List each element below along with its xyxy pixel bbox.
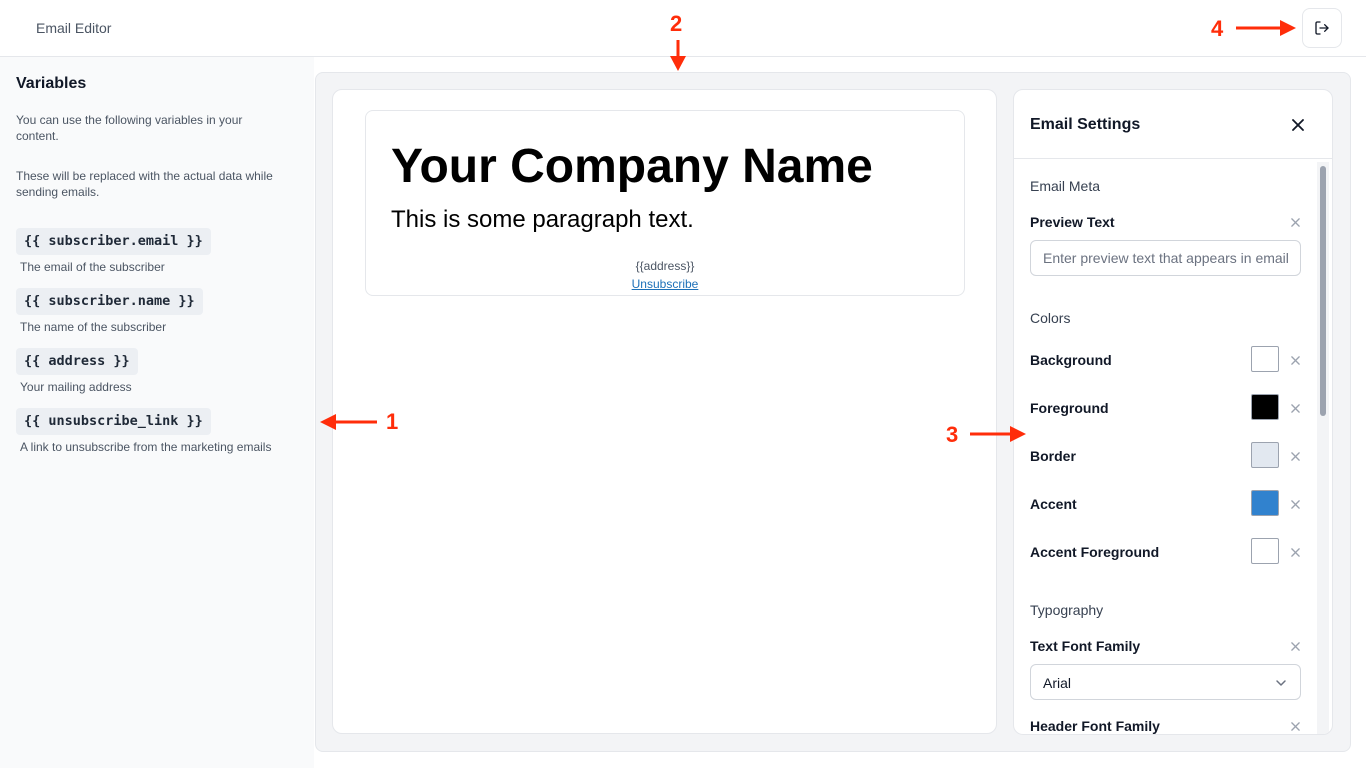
close-icon — [1290, 721, 1300, 731]
close-icon — [1290, 451, 1300, 461]
unsubscribe-link[interactable]: Unsubscribe — [632, 277, 699, 291]
variable-item: {{ subscriber.name }} The name of the su… — [16, 288, 271, 348]
colors-section: Colors — [1030, 310, 1071, 326]
email-preview[interactable]: Your Company Name This is some paragraph… — [365, 110, 965, 296]
typography-section: Typography — [1030, 602, 1104, 618]
color-swatch-border[interactable] — [1251, 442, 1279, 468]
color-label-accent: Accent — [1030, 496, 1077, 512]
close-settings-button[interactable] — [1286, 113, 1310, 137]
email-meta-section: Email Meta — [1030, 178, 1101, 194]
variable-code[interactable]: {{ subscriber.email }} — [16, 228, 211, 255]
settings-header: Email Settings — [1014, 90, 1332, 159]
text-font-family-label: Text Font Family — [1030, 638, 1141, 654]
clear-color-button[interactable] — [1288, 545, 1302, 559]
variables-title: Variables — [16, 75, 87, 92]
color-swatch-background[interactable] — [1251, 346, 1279, 372]
app-title: Email Editor — [36, 20, 112, 36]
color-swatch-foreground[interactable] — [1251, 394, 1279, 420]
annotation-number-3: 3 — [946, 422, 959, 447]
clear-color-button[interactable] — [1288, 401, 1302, 415]
settings-title: Email Settings — [1030, 116, 1141, 133]
variable-item: {{ unsubscribe_link }} A link to unsubsc… — [16, 408, 271, 468]
chevron-down-icon — [1276, 680, 1286, 686]
email-heading[interactable]: Your Company Name — [391, 139, 873, 194]
color-label-foreground: Foreground — [1030, 400, 1109, 416]
variable-code[interactable]: {{ address }} — [16, 348, 138, 375]
annotation-number-1: 1 — [386, 409, 399, 434]
variable-description: The email of the subscriber — [20, 260, 165, 274]
settings-scrollbar[interactable] — [1320, 166, 1326, 416]
variable-item: {{ address }} Your mailing address — [16, 348, 271, 408]
clear-text-font-button[interactable] — [1288, 639, 1302, 653]
variables-list: {{ subscriber.email }} The email of the … — [16, 228, 271, 468]
text-font-family-value: Arial — [1043, 675, 1072, 691]
variable-description: The name of the subscriber — [20, 320, 167, 334]
clear-preview-text-button[interactable] — [1288, 215, 1302, 229]
variable-item: {{ subscriber.email }} The email of the … — [16, 228, 271, 288]
logout-button[interactable] — [1302, 8, 1342, 48]
clear-color-button[interactable] — [1288, 353, 1302, 367]
email-unsubscribe: Unsubscribe — [366, 277, 964, 291]
email-address-placeholder: {{address}} — [635, 259, 695, 273]
annotation-arrow-2 — [670, 40, 686, 71]
clear-color-button[interactable] — [1288, 449, 1302, 463]
color-swatch-accent[interactable] — [1251, 490, 1279, 516]
email-paragraph[interactable]: This is some paragraph text. — [391, 206, 694, 234]
logout-icon — [1315, 21, 1329, 35]
annotation-arrow-1 — [320, 414, 377, 430]
annotation-arrow-3 — [970, 426, 1026, 442]
close-icon — [1290, 641, 1300, 651]
close-icon — [1290, 547, 1300, 557]
close-icon — [1290, 217, 1300, 227]
annotation-arrow-4 — [1236, 20, 1296, 36]
variables-description: You can use the following variables in y… — [16, 113, 243, 143]
clear-header-font-button[interactable] — [1288, 719, 1302, 733]
variable-code[interactable]: {{ subscriber.name }} — [16, 288, 203, 315]
close-icon — [1290, 499, 1300, 509]
preview-text-input[interactable] — [1030, 240, 1301, 276]
variable-description: Your mailing address — [20, 380, 132, 394]
color-swatch-accent-foreground[interactable] — [1251, 538, 1279, 564]
text-font-family-select[interactable]: Arial — [1030, 664, 1301, 700]
annotation-number-4: 4 — [1211, 16, 1224, 41]
variable-description: A link to unsubscribe from the marketing… — [20, 440, 272, 454]
variable-code[interactable]: {{ unsubscribe_link }} — [16, 408, 211, 435]
close-icon — [1290, 355, 1300, 365]
close-icon — [1292, 119, 1304, 131]
color-label-accent-foreground: Accent Foreground — [1030, 544, 1160, 560]
color-label-background: Background — [1030, 352, 1112, 368]
header-font-family-label: Header Font Family — [1030, 718, 1160, 734]
preview-text-label: Preview Text — [1030, 214, 1115, 230]
clear-color-button[interactable] — [1288, 497, 1302, 511]
close-icon — [1290, 403, 1300, 413]
color-label-border: Border — [1030, 448, 1076, 464]
email-settings-panel: Email Settings Email Meta Preview Text C… — [1013, 89, 1333, 735]
variables-sidebar: Variables You can use the following vari… — [0, 57, 314, 768]
variables-replacement-note: These will be replaced with the actual d… — [16, 169, 273, 199]
annotation-number-2: 2 — [670, 11, 683, 36]
